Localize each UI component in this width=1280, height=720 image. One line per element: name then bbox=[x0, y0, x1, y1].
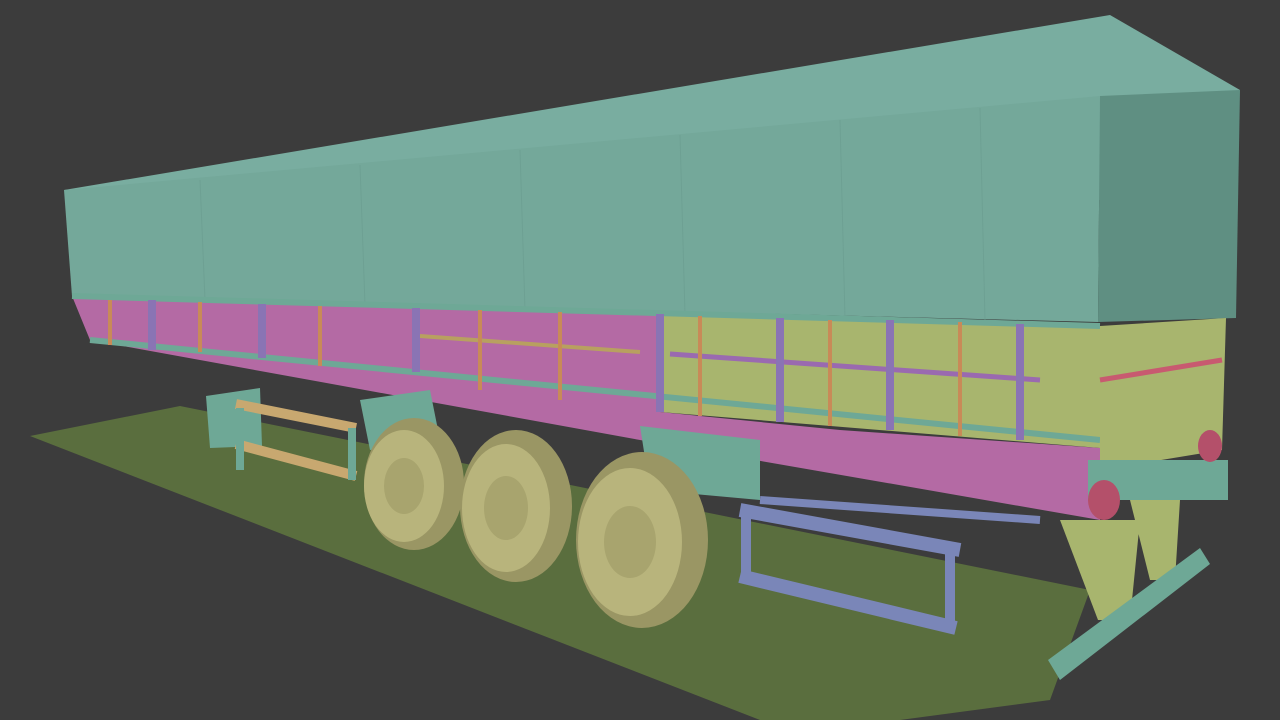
trailer-render bbox=[30, 15, 1240, 720]
3d-viewport[interactable] bbox=[0, 0, 1280, 720]
tarp-end bbox=[1098, 90, 1240, 322]
rear-light-right bbox=[1198, 430, 1222, 462]
rear-light-left bbox=[1088, 480, 1120, 520]
